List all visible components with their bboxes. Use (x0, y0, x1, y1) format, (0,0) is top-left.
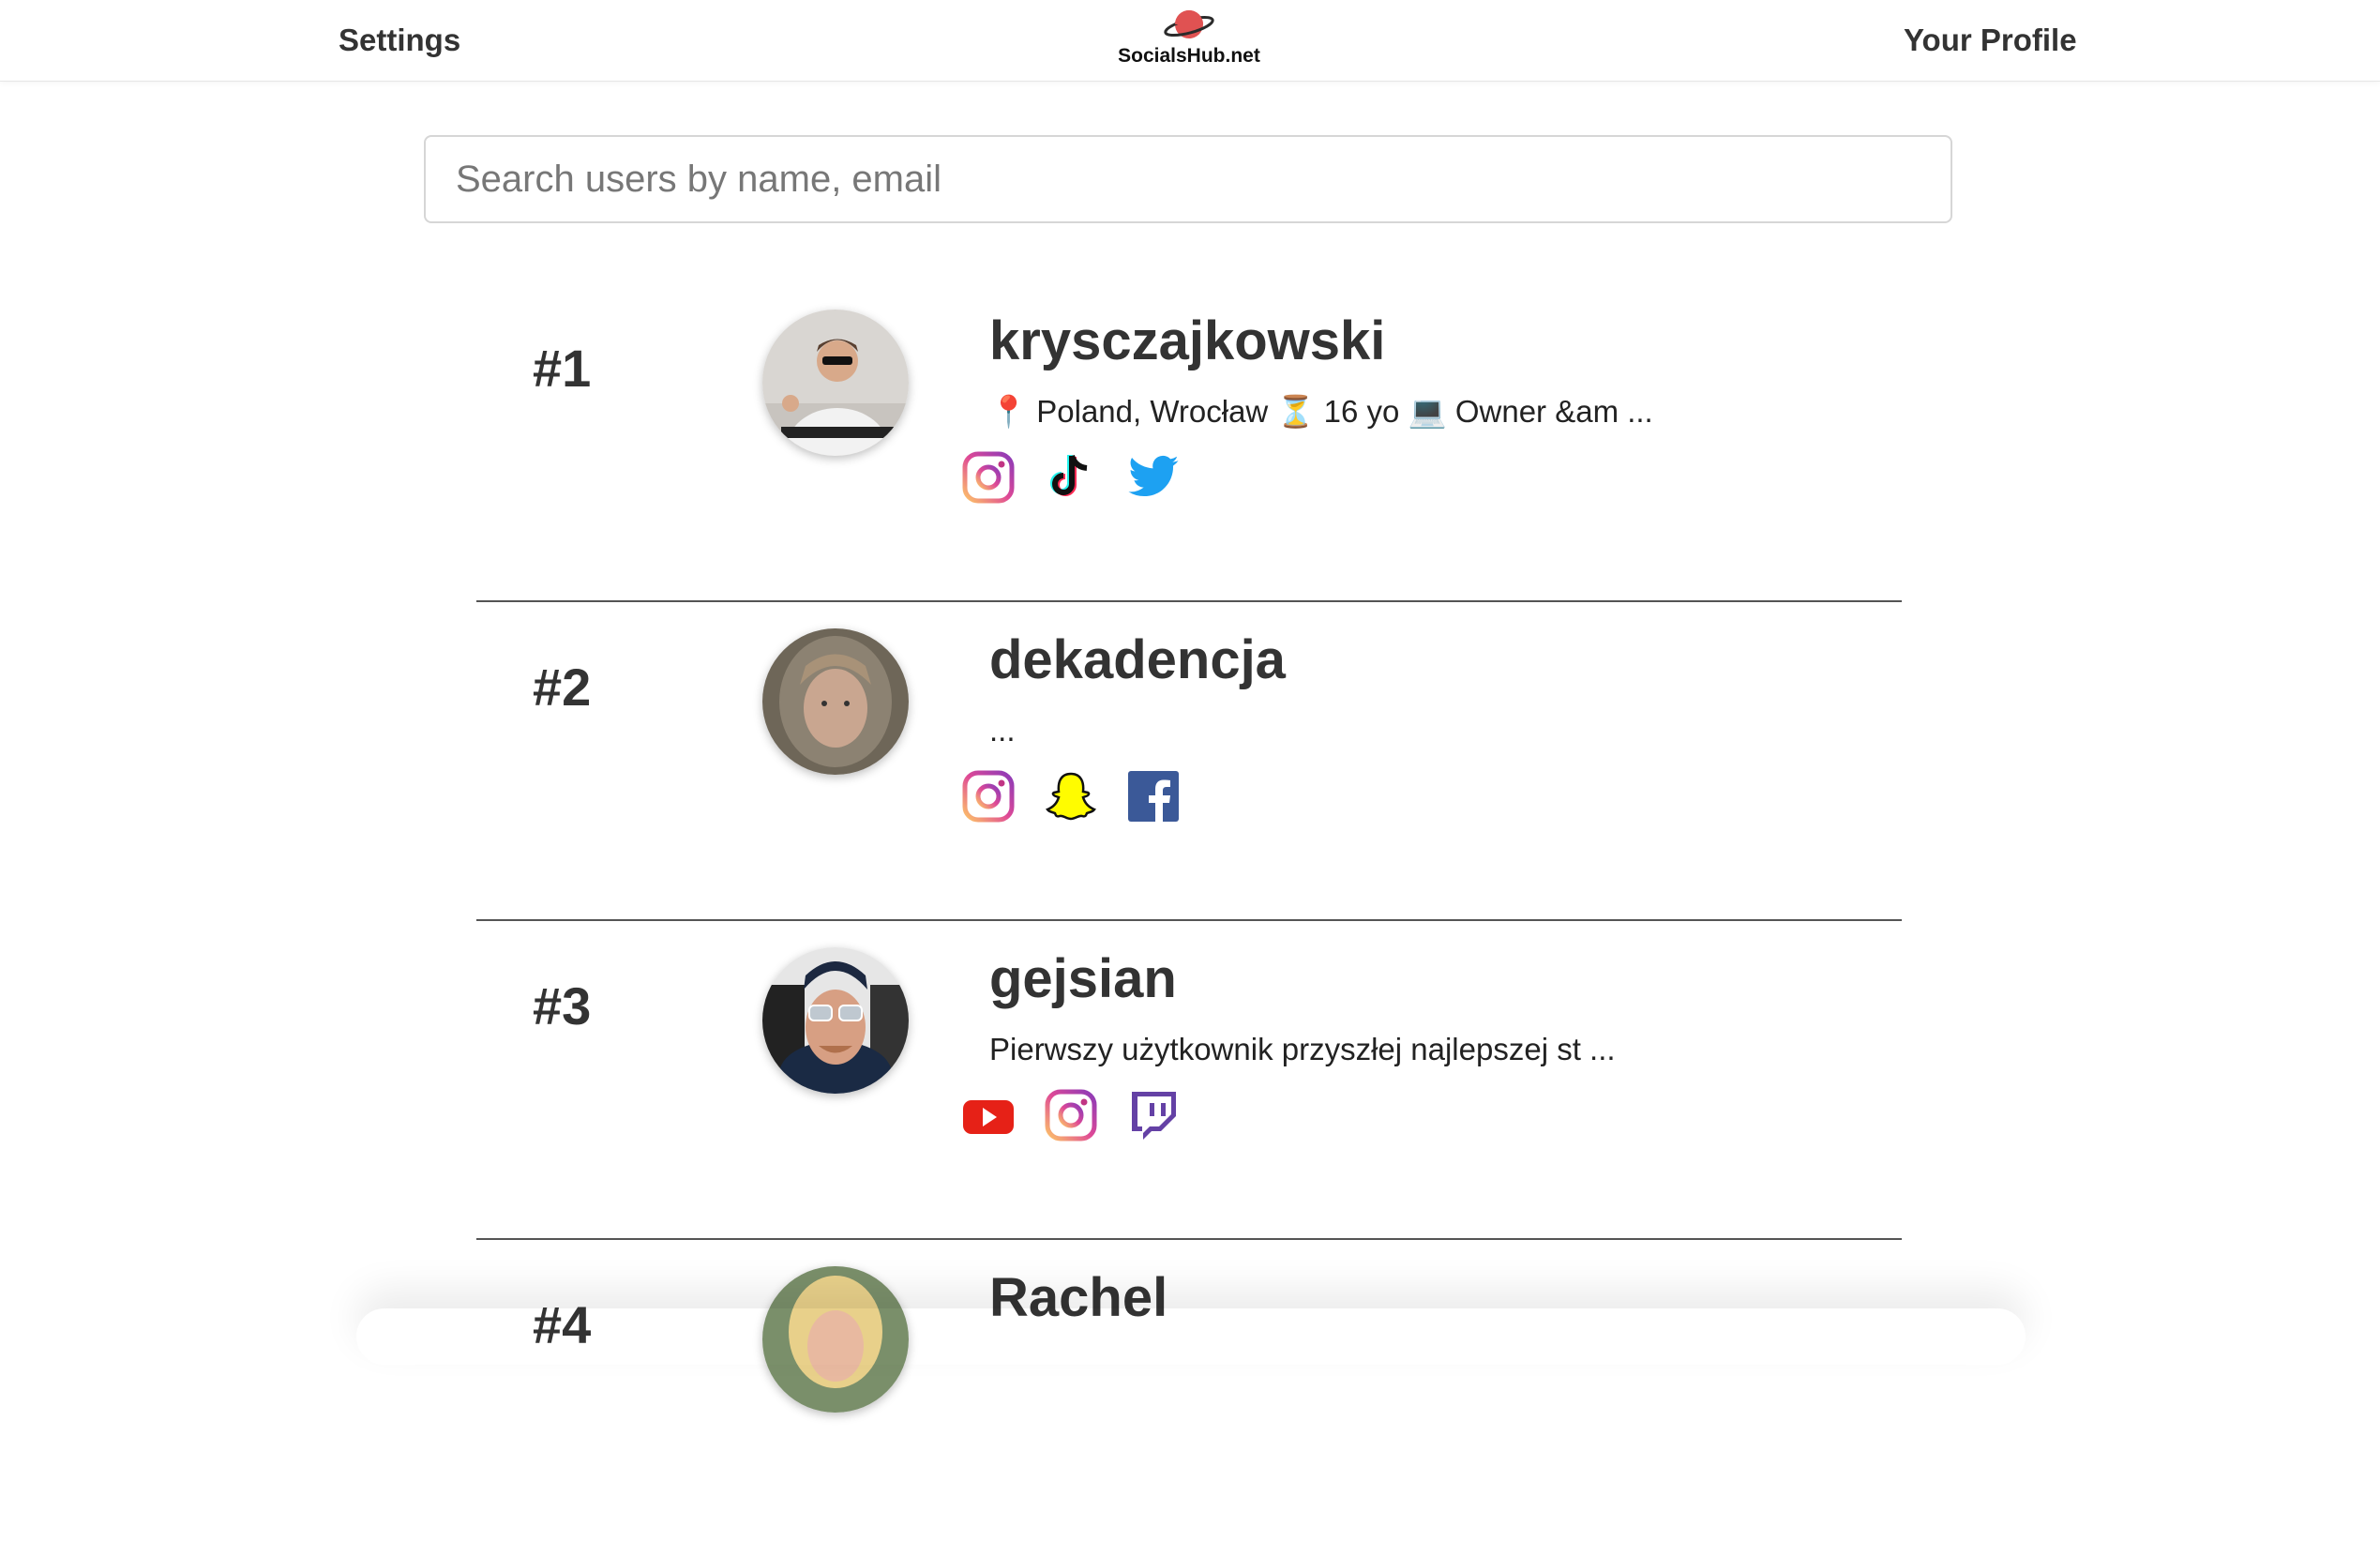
user-row: #4 Rachel (476, 1238, 1902, 1557)
user-row: #3 gejsian Pierwszy użytkownik przyszłej… (476, 919, 1902, 1240)
planet-logo-icon (1164, 10, 1214, 38)
snapchat-icon[interactable] (1044, 769, 1098, 824)
settings-link[interactable]: Settings (339, 23, 460, 58)
user-row: #1 krysczajkowski 📍 Poland, Wrocław ⏳ 16… (476, 281, 1902, 602)
avatar[interactable] (762, 947, 909, 1094)
user-bio: Pierwszy użytkownik przyszłej najlepszej… (989, 1032, 1616, 1066)
username[interactable]: gejsian (989, 947, 1177, 1010)
bottom-shadow (356, 1308, 2026, 1365)
user-row: #2 dekadencja ... (476, 600, 1902, 921)
top-navbar: Settings SocialsHub.net Your Profile (0, 0, 2380, 82)
twitch-icon[interactable] (1126, 1088, 1181, 1142)
facebook-icon[interactable] (1126, 769, 1181, 824)
logo-text: SocialsHub.net (1118, 45, 1260, 67)
youtube-icon[interactable] (961, 1088, 1016, 1142)
tiktok-icon[interactable] (1044, 450, 1098, 505)
search-input[interactable] (424, 135, 1952, 223)
instagram-icon[interactable] (1044, 1088, 1098, 1142)
user-bio: ... (989, 713, 1016, 748)
instagram-icon[interactable] (961, 450, 1016, 505)
instagram-icon[interactable] (961, 769, 1016, 824)
rank-label: #1 (533, 339, 592, 398)
username[interactable]: dekadencja (989, 628, 1286, 691)
user-bio: 📍 Poland, Wrocław ⏳ 16 yo 💻 Owner &am ..… (989, 394, 1653, 429)
your-profile-link[interactable]: Your Profile (1904, 23, 2077, 58)
site-logo[interactable]: SocialsHub.net (1114, 6, 1264, 77)
twitter-icon[interactable] (1126, 450, 1181, 505)
avatar[interactable] (762, 310, 909, 456)
avatar[interactable] (762, 628, 909, 775)
username[interactable]: krysczajkowski (989, 310, 1385, 372)
rank-label: #2 (533, 658, 592, 717)
rank-label: #3 (533, 976, 592, 1035)
